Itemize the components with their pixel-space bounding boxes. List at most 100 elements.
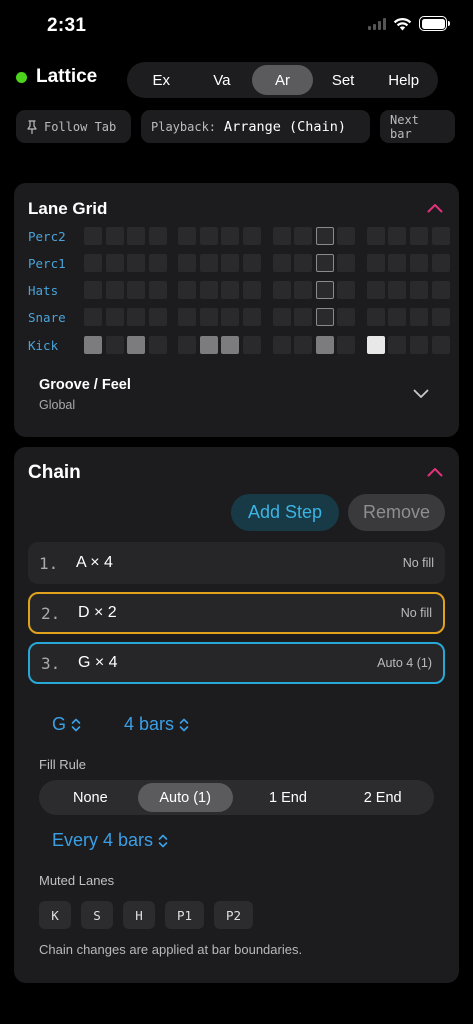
step-cell[interactable] (337, 254, 356, 272)
step-cell[interactable] (221, 336, 240, 354)
step-cell[interactable] (366, 336, 385, 354)
step-cell[interactable] (105, 227, 124, 245)
step-cell[interactable] (199, 308, 218, 326)
step-cell[interactable] (199, 336, 218, 354)
pattern-picker[interactable]: G (52, 714, 81, 735)
muted-lane-toggle-h[interactable]: H (123, 901, 155, 929)
fill-rule-option-2-end[interactable]: 2 End (335, 783, 430, 812)
step-cell[interactable] (84, 281, 102, 299)
chevron-down-icon[interactable] (413, 389, 429, 399)
next-bar-button[interactable]: Next bar (380, 110, 455, 143)
step-cell[interactable] (127, 227, 146, 245)
step-cell[interactable] (84, 254, 102, 272)
step-cell[interactable] (148, 308, 167, 326)
step-cell[interactable] (410, 336, 429, 354)
step-cell[interactable] (315, 281, 334, 299)
step-cell[interactable] (221, 281, 240, 299)
tab-ex[interactable]: Ex (131, 65, 192, 95)
step-cell[interactable] (315, 308, 334, 326)
step-cell[interactable] (366, 227, 385, 245)
step-cell[interactable] (294, 254, 313, 272)
muted-lane-toggle-p2[interactable]: P2 (214, 901, 253, 929)
step-cell[interactable] (410, 281, 429, 299)
step-cell[interactable] (337, 281, 356, 299)
step-cell[interactable] (431, 227, 450, 245)
step-cell[interactable] (127, 254, 146, 272)
step-cell[interactable] (84, 308, 102, 326)
step-cell[interactable] (84, 227, 102, 245)
tab-set[interactable]: Set (313, 65, 374, 95)
step-cell[interactable] (366, 281, 385, 299)
step-cell[interactable] (221, 254, 240, 272)
step-cell[interactable] (148, 281, 167, 299)
step-cell[interactable] (410, 308, 429, 326)
step-cell[interactable] (243, 308, 262, 326)
playback-mode-button[interactable]: Playback: Arrange (Chain) (141, 110, 370, 143)
step-cell[interactable] (105, 308, 124, 326)
step-cell[interactable] (410, 254, 429, 272)
step-cell[interactable] (272, 281, 291, 299)
step-cell[interactable] (178, 336, 197, 354)
step-cell[interactable] (315, 254, 334, 272)
step-cell[interactable] (315, 336, 334, 354)
chain-step-3[interactable]: 3. G × 4 Auto 4 (1) (28, 642, 445, 684)
fill-rule-option-none[interactable]: None (43, 783, 138, 812)
step-cell[interactable] (337, 336, 356, 354)
step-cell[interactable] (148, 336, 167, 354)
step-cell[interactable] (127, 308, 146, 326)
step-cell[interactable] (105, 281, 124, 299)
step-cell[interactable] (431, 254, 450, 272)
follow-tab-button[interactable]: Follow Tab (16, 110, 131, 143)
step-cell[interactable] (178, 227, 197, 245)
step-cell[interactable] (272, 308, 291, 326)
tab-ar[interactable]: Ar (252, 65, 313, 95)
step-cell[interactable] (243, 227, 262, 245)
step-cell[interactable] (388, 308, 407, 326)
step-cell[interactable] (127, 281, 146, 299)
step-cell[interactable] (431, 281, 450, 299)
bars-picker[interactable]: 4 bars (124, 714, 189, 735)
muted-lane-toggle-p1[interactable]: P1 (165, 901, 204, 929)
step-cell[interactable] (272, 336, 291, 354)
step-cell[interactable] (221, 308, 240, 326)
step-cell[interactable] (431, 308, 450, 326)
step-cell[interactable] (148, 227, 167, 245)
remove-button[interactable]: Remove (348, 494, 445, 531)
step-cell[interactable] (294, 227, 313, 245)
muted-lane-toggle-s[interactable]: S (81, 901, 113, 929)
step-cell[interactable] (337, 308, 356, 326)
step-cell[interactable] (199, 281, 218, 299)
groove-feel-row[interactable]: Groove / Feel Global (39, 377, 131, 412)
add-step-button[interactable]: Add Step (231, 494, 339, 531)
step-cell[interactable] (178, 254, 197, 272)
step-cell[interactable] (105, 254, 124, 272)
tab-va[interactable]: Va (192, 65, 253, 95)
step-cell[interactable] (294, 336, 313, 354)
step-cell[interactable] (199, 254, 218, 272)
step-cell[interactable] (148, 254, 167, 272)
collapse-chevron-icon[interactable] (427, 467, 443, 477)
step-cell[interactable] (221, 227, 240, 245)
every-bars-picker[interactable]: Every 4 bars (52, 830, 168, 851)
step-cell[interactable] (127, 336, 146, 354)
step-cell[interactable] (315, 227, 334, 245)
step-cell[interactable] (294, 281, 313, 299)
step-cell[interactable] (105, 336, 124, 354)
chain-step-2[interactable]: 2. D × 2 No fill (28, 592, 445, 634)
step-cell[interactable] (243, 336, 262, 354)
step-cell[interactable] (243, 281, 262, 299)
fill-rule-option-auto-1[interactable]: Auto (1) (137, 783, 233, 812)
fill-rule-option-1-end[interactable]: 1 End (241, 783, 336, 812)
step-cell[interactable] (84, 336, 102, 354)
chain-step-1[interactable]: 1. A × 4 No fill (28, 542, 445, 584)
step-cell[interactable] (366, 254, 385, 272)
step-cell[interactable] (178, 281, 197, 299)
step-cell[interactable] (410, 227, 429, 245)
step-cell[interactable] (366, 308, 385, 326)
collapse-chevron-icon[interactable] (427, 203, 443, 213)
step-cell[interactable] (243, 254, 262, 272)
step-cell[interactable] (199, 227, 218, 245)
muted-lane-toggle-k[interactable]: K (39, 901, 71, 929)
step-cell[interactable] (272, 227, 291, 245)
step-cell[interactable] (294, 308, 313, 326)
